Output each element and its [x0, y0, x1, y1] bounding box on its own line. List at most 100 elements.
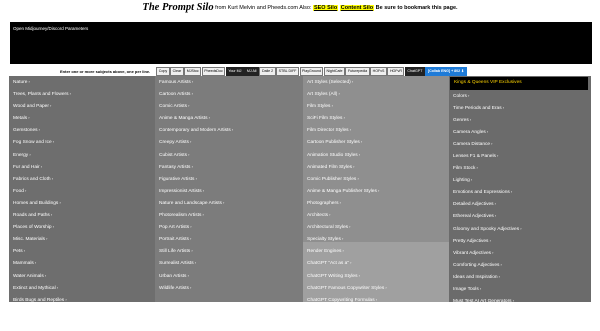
category-link[interactable]: Cartoon Artists: [155, 88, 303, 100]
toolbar-button-1[interactable]: Clear: [170, 66, 184, 76]
category-link[interactable]: Film Stock: [449, 162, 591, 174]
category-link[interactable]: Food: [9, 185, 155, 197]
category-link[interactable]: Camera Angles: [449, 126, 591, 138]
category-link[interactable]: SciFi Film Styles: [303, 112, 449, 124]
category-link[interactable]: Art Styles (Selected): [303, 76, 449, 88]
category-link[interactable]: ChatGPT Keyword Prompts: [303, 306, 449, 318]
toolbar-button-12[interactable]: HOFvR: [387, 66, 405, 76]
category-link[interactable]: Roads and Paths: [9, 209, 155, 221]
category-link[interactable]: Wood and Paper: [9, 100, 155, 112]
toolbar-button-9[interactable]: NightCafe: [323, 66, 345, 76]
category-link[interactable]: ChatGPT Copywriting Formulas: [303, 294, 449, 306]
category-link[interactable]: ChatGPT Writing Styles: [303, 270, 449, 282]
toolbar-button-13[interactable]: ChatGPT: [404, 66, 425, 76]
category-link[interactable]: Cubist Artists: [155, 149, 303, 161]
category-link[interactable]: Fantasy Artists: [155, 161, 303, 173]
toolbar-button-14[interactable]: [Collab ENG] + 802 ⬇: [425, 66, 467, 76]
category-link[interactable]: Lenses F1 & Panels: [449, 150, 591, 162]
toolbar-button-2[interactable]: MJStoc: [184, 66, 202, 76]
category-link[interactable]: Wildlife Artists: [155, 282, 303, 294]
category-link[interactable]: Contemporary and Modern Artists: [155, 124, 303, 136]
category-link[interactable]: Pop Art Artists: [155, 221, 303, 233]
subject-input-area[interactable]: Open Midjourney/Discord Parameters: [10, 22, 592, 64]
category-link[interactable]: Still Life Artists: [155, 245, 303, 257]
category-link[interactable]: ChatGPT Text Tools: [303, 318, 449, 330]
category-link[interactable]: Comic Artists: [155, 100, 303, 112]
category-link[interactable]: Photorealism Artists: [155, 209, 303, 221]
category-link[interactable]: Architectural Styles: [303, 221, 449, 233]
category-link[interactable]: Famous Artists: [155, 76, 303, 88]
toolbar-button-3[interactable]: PheedsDoc: [201, 66, 226, 76]
category-link[interactable]: Must Test AI Art Generators: [449, 295, 591, 307]
category-link[interactable]: Best AI Art Channels on YouTube: [449, 307, 591, 319]
category-link[interactable]: Pets: [9, 245, 155, 257]
seo-silo-link[interactable]: SEO Silo: [312, 5, 339, 11]
category-link[interactable]: Genres: [449, 114, 591, 126]
category-link[interactable]: Metals: [9, 112, 155, 124]
category-link[interactable]: Figurative Artists: [155, 173, 303, 185]
toolbar-button-5[interactable]: MJ All: [244, 66, 259, 76]
bookmark-note: Be sure to bookmark this page.: [375, 5, 458, 11]
category-link[interactable]: Birds Bugs and Reptiles: [9, 294, 155, 306]
column-artists: Famous ArtistsCartoon ArtistsComic Artis…: [155, 76, 303, 302]
category-link[interactable]: Animation Studio Styles: [303, 149, 449, 161]
category-link[interactable]: Trees, Plants and Flowers: [9, 88, 155, 100]
category-link[interactable]: Pretty Adjectives: [449, 235, 591, 247]
category-link[interactable]: Fog Snow and Ice: [9, 136, 155, 148]
category-link[interactable]: Colors: [449, 90, 591, 102]
toolbar-button-4[interactable]: Your MJ: [225, 66, 244, 76]
category-link[interactable]: Misc. Materials: [9, 233, 155, 245]
category-link[interactable]: Creepy Artists: [155, 136, 303, 148]
category-link[interactable]: Cartoon Publisher Styles: [303, 136, 449, 148]
prompt-placeholder[interactable]: Open Midjourney/Discord Parameters: [13, 26, 88, 31]
category-link[interactable]: Ethereal Adjectives: [449, 210, 591, 222]
category-link[interactable]: Impressionist Artists: [155, 185, 303, 197]
category-link[interactable]: Photographers: [303, 197, 449, 209]
toolbar-button-0[interactable]: Copy: [156, 66, 170, 76]
category-link[interactable]: Gemstones: [9, 124, 155, 136]
category-link[interactable]: Mammals: [9, 257, 155, 269]
category-link[interactable]: Fabrics and Cloth: [9, 173, 155, 185]
category-link[interactable]: Detailed Adjectives: [449, 198, 591, 210]
category-panel: NatureTrees, Plants and FlowersWood and …: [9, 76, 591, 327]
category-link[interactable]: Lighting: [449, 174, 591, 186]
category-link[interactable]: Homes and Buildings: [9, 197, 155, 209]
vip-header[interactable]: Kings & Queens VIP Exclusives: [450, 77, 588, 90]
toolbar-button-6[interactable]: Dalle 2: [259, 66, 276, 76]
toolbar-button-8[interactable]: PlayGround: [299, 66, 324, 76]
category-link[interactable]: Comforting Adjectives: [449, 259, 591, 271]
category-link[interactable]: Image Tools: [449, 283, 591, 295]
category-link[interactable]: Vibrant Adjectives: [449, 247, 591, 259]
category-link[interactable]: Camera Distance: [449, 138, 591, 150]
category-link[interactable]: Emotions and Expressions: [449, 186, 591, 198]
category-link[interactable]: Nature and Landscape Artists: [155, 197, 303, 209]
category-link[interactable]: Animated Film Styles: [303, 161, 449, 173]
category-link[interactable]: Architects: [303, 209, 449, 221]
category-link[interactable]: Places of Worship: [9, 221, 155, 233]
category-link[interactable]: ChatGPT Famous Copywriter Styles: [303, 282, 449, 294]
category-link[interactable]: Specialty Styles: [303, 233, 449, 245]
category-link[interactable]: Anime & Manga Publisher Styles: [303, 185, 449, 197]
category-link[interactable]: Render Engines: [303, 245, 449, 257]
category-link[interactable]: Portrait Artists: [155, 233, 303, 245]
toolbar-button-11[interactable]: HOFvS: [370, 66, 387, 76]
category-link[interactable]: ChatGPT "Act as a": [303, 257, 449, 269]
category-link[interactable]: Surrealist Artists: [155, 257, 303, 269]
category-link[interactable]: Energy: [9, 149, 155, 161]
toolbar-button-10[interactable]: Futurepedia: [345, 66, 370, 76]
category-link[interactable]: Water Animals: [9, 270, 155, 282]
category-link[interactable]: Time Periods and Eras: [449, 102, 591, 114]
category-link[interactable]: Art Styles (All): [303, 88, 449, 100]
category-link[interactable]: Film Director Styles: [303, 124, 449, 136]
category-link[interactable]: Comic Publisher Styles: [303, 173, 449, 185]
content-silo-link[interactable]: Content Silo: [339, 5, 375, 11]
category-link[interactable]: Fur and Hair: [9, 161, 155, 173]
category-link[interactable]: Gloomy and Spooky Adjectives: [449, 223, 591, 235]
category-link[interactable]: Film Styles: [303, 100, 449, 112]
category-link[interactable]: Urban Artists: [155, 270, 303, 282]
category-link[interactable]: Anime & Manga Artists: [155, 112, 303, 124]
toolbar-button-7[interactable]: STBL DIFF: [276, 66, 299, 76]
category-link[interactable]: Nature: [9, 76, 155, 88]
category-link[interactable]: Extinct and Mythical: [9, 282, 155, 294]
category-link[interactable]: Ideas and Inspiration: [449, 271, 591, 283]
